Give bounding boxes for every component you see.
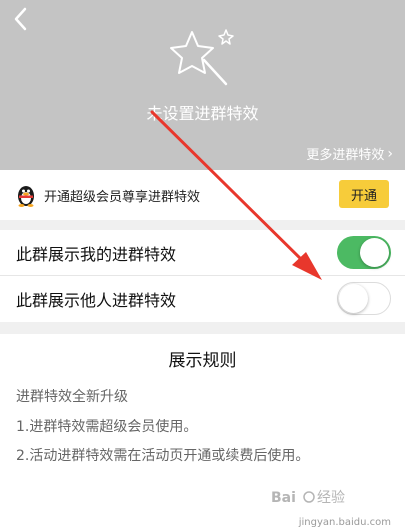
watermark-url: jingyan.baidu.com	[298, 517, 391, 528]
show-my-effect-toggle[interactable]	[337, 236, 391, 269]
more-effects-label: 更多进群特效	[306, 148, 385, 163]
back-chevron-icon[interactable]	[10, 6, 32, 32]
rules-line: 1.进群特效需超级会员使用。	[16, 419, 198, 435]
magic-wand-icon	[170, 29, 234, 86]
svg-text:经验: 经验	[317, 490, 345, 506]
vip-promo-text: 开通超级会员尊享进群特效	[44, 190, 201, 205]
chevron-right-icon: ›	[387, 145, 393, 162]
show-others-effect-row: 此群展示他人进群特效	[0, 276, 405, 322]
section-spacer	[0, 322, 405, 334]
more-effects-link[interactable]: 更多进群特效 ›	[306, 144, 393, 164]
show-my-effect-row: 此群展示我的进群特效	[0, 230, 405, 276]
show-others-effect-toggle[interactable]	[337, 282, 391, 315]
toggle-knob	[339, 284, 368, 313]
show-my-effect-label: 此群展示我的进群特效	[16, 245, 177, 264]
section-spacer	[0, 220, 405, 230]
toggle-knob	[360, 238, 389, 267]
show-others-effect-label: 此群展示他人进群特效	[16, 291, 177, 310]
effect-status-title: 未设置进群特效	[146, 104, 259, 123]
rules-line: 2.活动进群特效需在活动页开通或续费后使用。	[16, 448, 310, 464]
qq-penguin-icon	[18, 186, 34, 207]
effect-preview-header: 未设置进群特效 更多进群特效 ›	[0, 0, 405, 170]
rules-line: 进群特效全新升级	[16, 389, 128, 405]
vip-promo-banner: 开通超级会员尊享进群特效 开通	[0, 170, 405, 220]
rules-title: 展示规则	[168, 351, 237, 371]
open-vip-button[interactable]: 开通	[339, 180, 389, 208]
svg-text:Bai: Bai	[271, 490, 296, 506]
baidu-watermark-logo: Bai 经验	[271, 490, 345, 506]
